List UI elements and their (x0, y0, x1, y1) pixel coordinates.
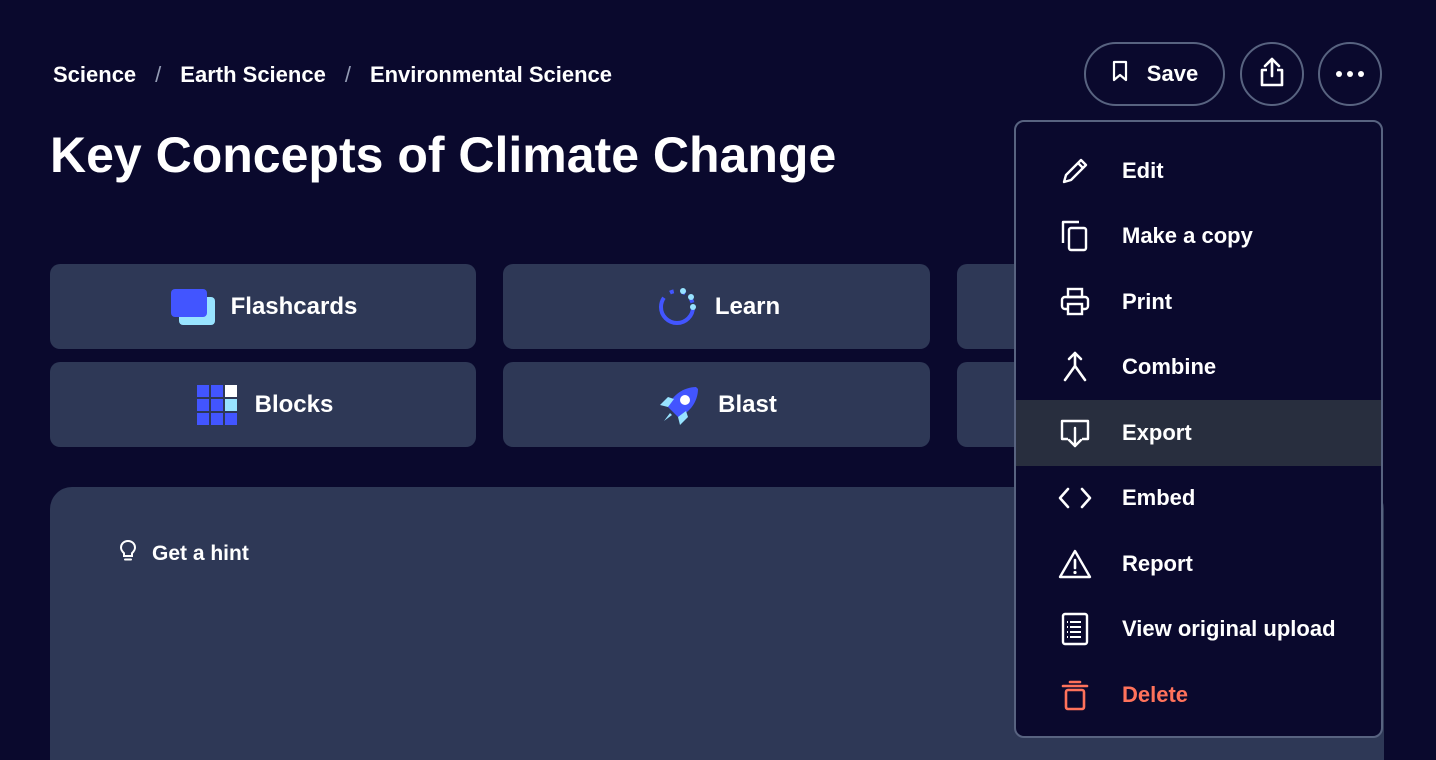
menu-item-view-original-upload[interactable]: View original upload (1016, 597, 1381, 663)
menu-item-delete[interactable]: Delete (1016, 662, 1381, 728)
copy-icon (1058, 219, 1092, 253)
mode-flashcards[interactable]: Flashcards (50, 264, 476, 349)
page-title: Key Concepts of Climate Change (50, 127, 837, 183)
save-button[interactable]: Save (1084, 42, 1225, 106)
code-icon (1058, 481, 1092, 515)
hint-label: Get a hint (152, 542, 249, 565)
menu-item-label: Combine (1122, 354, 1217, 380)
breadcrumb-separator: / (344, 62, 351, 87)
menu-item-label: Make a copy (1122, 223, 1253, 249)
document-icon (1058, 612, 1092, 646)
mode-learn[interactable]: Learn (503, 264, 930, 349)
trash-icon (1058, 678, 1092, 712)
menu-item-export[interactable]: Export (1016, 400, 1381, 466)
bookmark-icon (1111, 60, 1129, 88)
flashcards-icon (169, 283, 217, 331)
pencil-icon (1058, 154, 1092, 188)
breadcrumb-separator: / (155, 62, 162, 87)
more-horizontal-icon (1336, 71, 1364, 77)
menu-item-label: Report (1122, 550, 1193, 576)
breadcrumb: Science / Earth Science / Environmental … (53, 62, 612, 88)
save-label: Save (1146, 61, 1199, 86)
mode-label: Blocks (254, 390, 334, 418)
share-button[interactable] (1240, 42, 1304, 106)
export-icon (1058, 416, 1092, 450)
lightbulb-icon (118, 539, 138, 569)
more-options-button[interactable] (1318, 42, 1382, 106)
hint-button[interactable]: Get a hint (118, 539, 249, 569)
menu-item-make-a-copy[interactable]: Make a copy (1016, 204, 1381, 270)
share-icon (1257, 56, 1287, 93)
mode-label: Blast (718, 390, 777, 418)
blocks-icon (193, 381, 241, 429)
mode-label: Flashcards (230, 292, 358, 320)
menu-item-print[interactable]: Print (1016, 269, 1381, 335)
menu-item-report[interactable]: Report (1016, 531, 1381, 597)
more-options-menu: Edit Make a copy Print Combine Export Em… (1014, 120, 1383, 738)
blast-rocket-icon (656, 381, 704, 429)
breadcrumb-environmental-science[interactable]: Environmental Science (370, 62, 612, 88)
menu-item-edit[interactable]: Edit (1016, 138, 1381, 204)
menu-item-label: Edit (1122, 157, 1164, 183)
warning-icon (1058, 547, 1092, 581)
breadcrumb-science[interactable]: Science (53, 62, 136, 88)
menu-item-label: Print (1122, 288, 1173, 314)
menu-item-embed[interactable]: Embed (1016, 466, 1381, 532)
mode-label: Learn (714, 292, 781, 320)
menu-item-label: Delete (1122, 681, 1189, 707)
menu-item-label: Export (1122, 419, 1192, 445)
learn-icon (653, 283, 701, 331)
breadcrumb-earth-science[interactable]: Earth Science (180, 62, 326, 88)
printer-icon (1058, 285, 1092, 319)
menu-item-label: View original upload (1122, 616, 1336, 642)
merge-icon (1058, 350, 1092, 384)
mode-blocks[interactable]: Blocks (50, 362, 476, 447)
menu-item-combine[interactable]: Combine (1016, 335, 1381, 401)
menu-item-label: Embed (1122, 485, 1196, 511)
mode-blast[interactable]: Blast (503, 362, 930, 447)
study-set-page: Science / Earth Science / Environmental … (0, 0, 1436, 760)
